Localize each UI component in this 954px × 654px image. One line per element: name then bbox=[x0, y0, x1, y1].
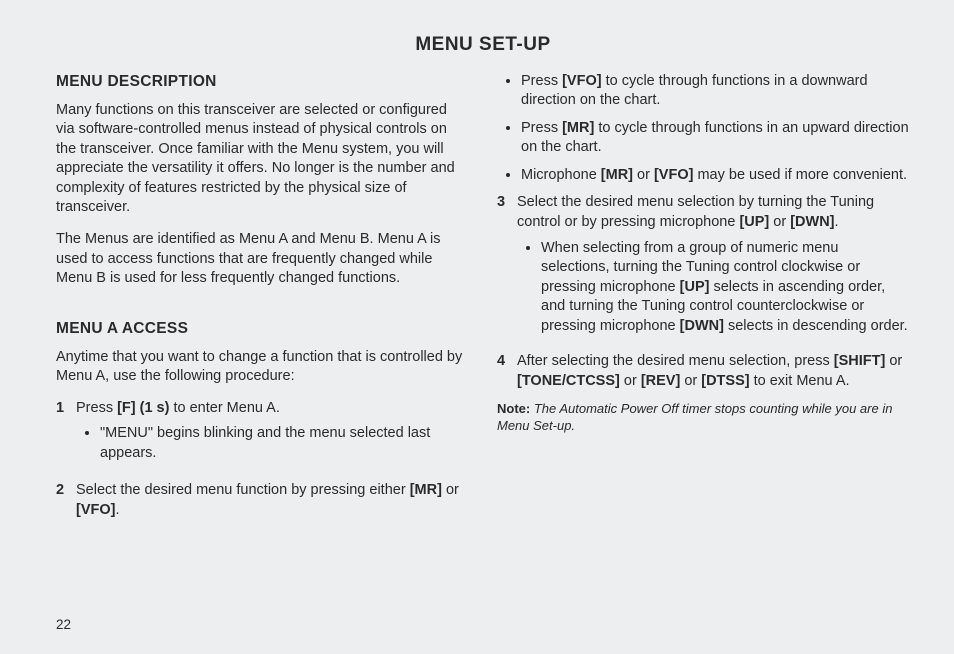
step-3-b-post: selects in descending order. bbox=[724, 318, 908, 334]
bullet-vfo-key: [VFO] bbox=[562, 73, 601, 89]
para-access-intro: Anytime that you want to change a functi… bbox=[56, 348, 469, 387]
page-title: MENU SET-UP bbox=[56, 32, 910, 58]
step-4-body: After selecting the desired menu selecti… bbox=[517, 352, 910, 391]
heading-menu-description: MENU DESCRIPTION bbox=[56, 72, 469, 93]
manual-page: MENU SET-UP MENU DESCRIPTION Many functi… bbox=[0, 0, 954, 654]
para-desc-1: Many functions on this transceiver are s… bbox=[56, 101, 469, 218]
step-3-body: Select the desired menu selection by tur… bbox=[517, 193, 910, 344]
step-1-key: [F] (1 s) bbox=[117, 400, 169, 416]
left-column: MENU DESCRIPTION Many functions on this … bbox=[56, 72, 469, 529]
step-3-key-1: [UP] bbox=[739, 214, 769, 230]
step-4-pre: After selecting the desired menu selecti… bbox=[517, 353, 834, 369]
bullet-mr-pre: Press bbox=[521, 120, 562, 136]
bullet-mr-key: [MR] bbox=[562, 120, 594, 136]
step-4-or-1: or bbox=[885, 353, 902, 369]
heading-menu-a-access: MENU A ACCESS bbox=[56, 319, 469, 340]
step-1-bullets: "MENU" begins blinking and the menu sele… bbox=[76, 424, 469, 463]
step-4-post: to exit Menu A. bbox=[750, 373, 850, 389]
step-1-bullet-1: "MENU" begins blinking and the menu sele… bbox=[100, 424, 469, 463]
bullet-mic-post: may be used if more convenient. bbox=[693, 167, 907, 183]
step-3-end: . bbox=[835, 214, 839, 230]
step-2: 2 Select the desired menu function by pr… bbox=[56, 481, 469, 520]
step-4: 4 After selecting the desired menu selec… bbox=[497, 352, 910, 391]
page-number: 22 bbox=[56, 616, 71, 634]
right-column: Press [VFO] to cycle through functions i… bbox=[497, 72, 910, 529]
step-2-key-2: [VFO] bbox=[76, 502, 115, 518]
bullet-mic-pre: Microphone bbox=[521, 167, 601, 183]
bullet-mic-key-1: [MR] bbox=[601, 167, 633, 183]
step-1: 1 Press [F] (1 s) to enter Menu A. "MENU… bbox=[56, 399, 469, 474]
step-4-or-2: or bbox=[620, 373, 641, 389]
bullet-mic: Microphone [MR] or [VFO] may be used if … bbox=[521, 166, 910, 186]
step-4-number: 4 bbox=[497, 352, 509, 391]
step-3-b-key-1: [UP] bbox=[680, 279, 710, 295]
step-1-post: to enter Menu A. bbox=[169, 400, 279, 416]
step-2-end: . bbox=[115, 502, 119, 518]
step-4-key-1: [SHIFT] bbox=[834, 353, 886, 369]
step-2-continuation-bullets: Press [VFO] to cycle through functions i… bbox=[497, 72, 910, 186]
bullet-mic-key-2: [VFO] bbox=[654, 167, 693, 183]
bullet-vfo: Press [VFO] to cycle through functions i… bbox=[521, 72, 910, 111]
step-3-or: or bbox=[769, 214, 790, 230]
step-1-body: Press [F] (1 s) to enter Menu A. "MENU" … bbox=[76, 399, 469, 474]
step-3-key-2: [DWN] bbox=[790, 214, 834, 230]
bullet-mic-or: or bbox=[633, 167, 654, 183]
step-3-bullets: When selecting from a group of numeric m… bbox=[517, 239, 910, 337]
step-3-bullet-1: When selecting from a group of numeric m… bbox=[541, 239, 910, 337]
step-1-pre: Press bbox=[76, 400, 117, 416]
step-1-number: 1 bbox=[56, 399, 68, 474]
step-3-b-key-2: [DWN] bbox=[680, 318, 724, 334]
step-4-key-4: [DTSS] bbox=[701, 373, 749, 389]
columns: MENU DESCRIPTION Many functions on this … bbox=[56, 72, 910, 529]
step-2-body: Select the desired menu function by pres… bbox=[76, 481, 469, 520]
note: Note: The Automatic Power Off timer stop… bbox=[497, 400, 910, 435]
step-2-key-1: [MR] bbox=[410, 482, 442, 498]
bullet-vfo-pre: Press bbox=[521, 73, 562, 89]
note-text: The Automatic Power Off timer stops coun… bbox=[497, 401, 892, 434]
step-2-pre: Select the desired menu function by pres… bbox=[76, 482, 410, 498]
step-2-number: 2 bbox=[56, 481, 68, 520]
step-2-or: or bbox=[442, 482, 459, 498]
para-desc-2: The Menus are identified as Menu A and M… bbox=[56, 230, 469, 289]
step-4-or-3: or bbox=[680, 373, 701, 389]
step-4-key-3: [REV] bbox=[641, 373, 680, 389]
step-4-key-2: [TONE/CTCSS] bbox=[517, 373, 620, 389]
step-3: 3 Select the desired menu selection by t… bbox=[497, 193, 910, 344]
bullet-mr: Press [MR] to cycle through functions in… bbox=[521, 119, 910, 158]
step-3-number: 3 bbox=[497, 193, 509, 344]
note-label: Note: bbox=[497, 401, 530, 416]
